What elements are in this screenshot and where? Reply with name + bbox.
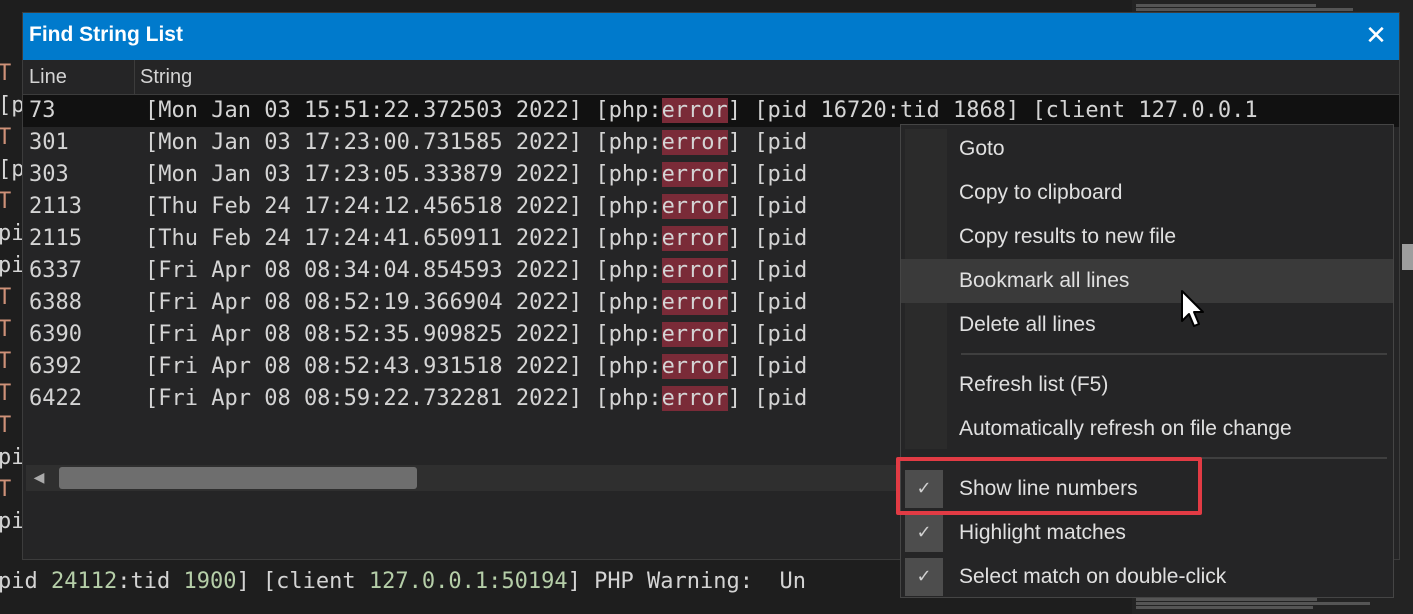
background-fragment: T (0, 317, 12, 342)
row-string: [Mon Jan 03 17:23:05.333879 2022] [php:e… (145, 162, 808, 187)
row-string: [Fri Apr 08 08:52:19.366904 2022] [php:e… (145, 290, 808, 315)
background-fragment: pi (0, 509, 25, 534)
menu-item-label: Delete all lines (959, 313, 1096, 336)
menu-item-goto[interactable]: Goto (901, 127, 1393, 171)
menu-item-copy-results-to-new-file[interactable]: Copy results to new file (901, 215, 1393, 259)
horizontal-scrollbar[interactable]: ◀ (26, 465, 906, 491)
checkmark-icon: ✓ (905, 558, 943, 596)
row-line-number: 73 (29, 98, 56, 123)
row-string: [Mon Jan 03 17:23:00.731585 2022] [php:e… (145, 130, 808, 155)
row-line-number: 6390 (29, 322, 82, 347)
background-fragment: T (0, 349, 12, 374)
row-string: [Thu Feb 24 17:24:41.650911 2022] [php:e… (145, 226, 808, 251)
match-highlight: error (661, 130, 728, 155)
menu-item-select-match-on-double-click[interactable]: ✓ Select match on double-click (901, 555, 1393, 599)
minimap-line (1136, 606, 1313, 609)
background-fragment: T (0, 285, 12, 310)
match-highlight: error (661, 354, 728, 379)
row-string: [Fri Apr 08 08:59:22.732281 2022] [php:e… (145, 386, 808, 411)
minimap-line (1136, 602, 1370, 605)
menu-item-label: Goto (959, 137, 1005, 160)
row-line-number: 301 (29, 130, 69, 155)
menu-item-label: Automatically refresh on file change (959, 417, 1292, 440)
background-fragment: T (0, 413, 12, 438)
menu-item-automatically-refresh-on-file-change[interactable]: Automatically refresh on file change (901, 407, 1393, 451)
background-fragment: T (0, 381, 12, 406)
background-fragment: T (0, 477, 12, 502)
list-header: Line String (23, 60, 1399, 95)
background-fragment: T (0, 189, 12, 214)
annotation-highlight-box (896, 457, 1202, 515)
minimap-line (1136, 4, 1316, 7)
row-line-number: 303 (29, 162, 69, 187)
match-highlight: error (661, 258, 728, 283)
dialog-title: Find String List (29, 23, 183, 46)
menu-separator (961, 353, 1387, 355)
background-fragment: pi (0, 445, 25, 470)
row-string: [Fri Apr 08 08:52:35.909825 2022] [php:e… (145, 322, 808, 347)
menu-item-copy-to-clipboard[interactable]: Copy to clipboard (901, 171, 1393, 215)
background-fragment: T (0, 125, 12, 150)
menu-item-refresh-list-f5[interactable]: Refresh list (F5) (901, 363, 1393, 407)
row-line-number: 2115 (29, 226, 82, 251)
background-fragment: T (0, 61, 12, 86)
match-highlight: error (661, 162, 728, 187)
match-highlight: error (661, 386, 728, 411)
row-line-number: 6337 (29, 258, 82, 283)
row-line-number: 2113 (29, 194, 82, 219)
row-string: [Fri Apr 08 08:34:04.854593 2022] [php:e… (145, 258, 808, 283)
background-fragment: [p (0, 93, 25, 118)
menu-item-label: Select match on double-click (959, 565, 1227, 588)
row-line-number: 6422 (29, 386, 82, 411)
row-string: [Fri Apr 08 08:52:43.931518 2022] [php:e… (145, 354, 808, 379)
menu-item-label: Copy results to new file (959, 225, 1177, 248)
menu-item-label: Copy to clipboard (959, 181, 1123, 204)
match-highlight: error (661, 98, 728, 123)
editor-scrollbar-thumb[interactable] (1402, 244, 1413, 270)
match-highlight: error (661, 194, 728, 219)
result-row[interactable]: 73 [Mon Jan 03 15:51:22.372503 2022] [php… (23, 95, 1399, 127)
close-icon[interactable]: ✕ (1361, 21, 1391, 51)
row-line-number: 6388 (29, 290, 82, 315)
match-highlight: error (661, 290, 728, 315)
background-fragment: pi (0, 253, 25, 278)
column-header-line[interactable]: Line (29, 66, 67, 89)
background-fragment: [p (0, 157, 25, 182)
match-highlight: error (661, 226, 728, 251)
menu-item-label: Refresh list (F5) (959, 373, 1109, 396)
menu-item-label: Highlight matches (959, 521, 1126, 544)
dialog-title-bar[interactable]: Find String List ✕ (23, 13, 1399, 60)
mouse-cursor-icon (1181, 290, 1204, 327)
menu-item-bookmark-all-lines[interactable]: Bookmark all lines (901, 259, 1393, 303)
horizontal-scrollbar-thumb[interactable] (59, 467, 417, 489)
minimap-line (1136, 8, 1353, 11)
scroll-left-icon[interactable]: ◀ (30, 469, 48, 487)
background-log-line: pid 24112:tid 1900] [client 127.0.0.1:50… (0, 569, 806, 594)
row-string: [Thu Feb 24 17:24:12.456518 2022] [php:e… (145, 194, 808, 219)
column-divider[interactable] (134, 60, 135, 94)
context-menu: Goto Copy to clipboard Copy results to new… (900, 124, 1394, 598)
match-highlight: error (661, 322, 728, 347)
row-line-number: 6392 (29, 354, 82, 379)
menu-item-highlight-matches[interactable]: ✓ Highlight matches (901, 511, 1393, 555)
menu-item-delete-all-lines[interactable]: Delete all lines (901, 303, 1393, 347)
background-fragment: pi (0, 221, 25, 246)
row-string: [Mon Jan 03 15:51:22.372503 2022] [php:e… (145, 98, 1258, 123)
column-header-string[interactable]: String (140, 66, 192, 89)
checkmark-icon: ✓ (905, 514, 943, 552)
menu-item-label: Bookmark all lines (959, 269, 1130, 292)
